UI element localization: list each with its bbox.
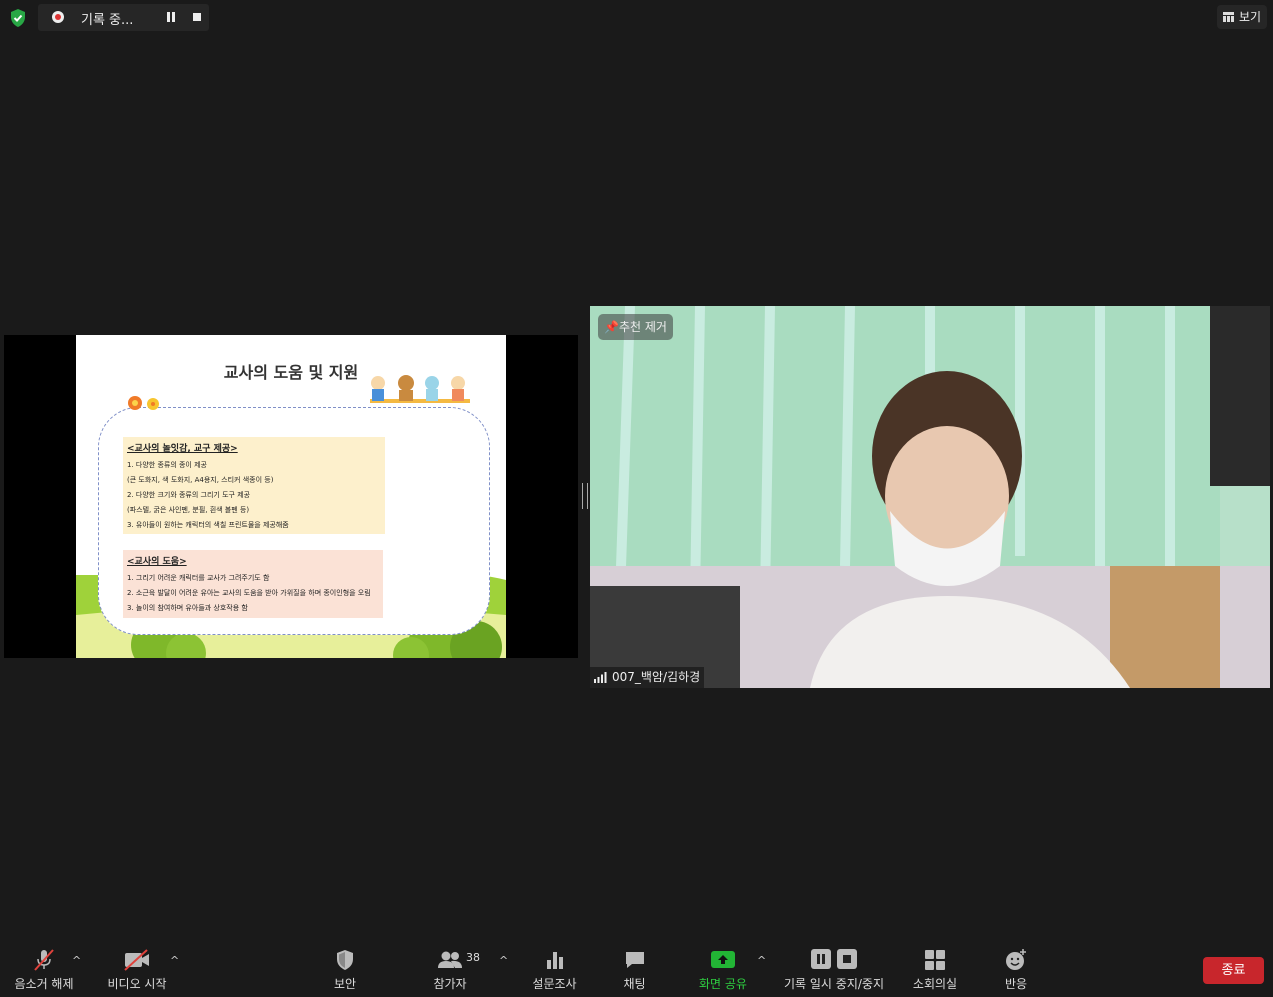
view-button[interactable]: 보기 xyxy=(1217,5,1267,29)
record-controls[interactable]: 기록 일시 중지/중지 xyxy=(778,948,890,992)
box1-heading: <교사의 놀잇감, 교구 제공> xyxy=(127,444,238,454)
polls-button[interactable]: 설문조사 xyxy=(527,948,582,992)
unpin-icon: 📌 xyxy=(604,320,619,334)
share-options-caret[interactable]: ^ xyxy=(757,954,766,967)
record-label: 기록 일시 중지/중지 xyxy=(784,977,884,991)
mic-muted-icon xyxy=(34,949,54,971)
reactions-label: 반응 xyxy=(1004,977,1028,991)
box1-line: (파스텔, 굵은 사인펜, 분필, 흰색 볼펜 등) xyxy=(127,506,250,514)
participants-count: 38 xyxy=(466,951,480,964)
video-frame-image xyxy=(590,306,1270,688)
video-label: 비디오 시작 xyxy=(107,977,167,991)
chat-label: 채팅 xyxy=(623,977,646,991)
chat-icon xyxy=(625,952,644,968)
stop-icon[interactable] xyxy=(193,13,201,21)
record-pause-icon[interactable] xyxy=(810,948,832,970)
reactions-button[interactable]: 반응 xyxy=(995,948,1037,992)
mute-label: 음소거 해제 xyxy=(14,977,74,991)
box1-line: (큰 도화지, 색 도화지, A4용지, 스티커 색종이 등) xyxy=(127,476,274,484)
breakout-rooms-icon xyxy=(925,950,945,970)
pin-label: 추천 제거 xyxy=(619,320,667,334)
security-status-icon[interactable] xyxy=(8,8,28,28)
chat-button[interactable]: 채팅 xyxy=(612,948,657,992)
share-label: 화면 공유 xyxy=(699,977,747,991)
grid-view-icon xyxy=(1223,12,1234,22)
teacher-help-box: <교사의 도움> 1. 그리기 어려운 캐릭터를 교사가 그려주기도 함 2. … xyxy=(123,550,383,618)
recording-label: 기록 중... xyxy=(81,13,134,28)
participant-video[interactable]: 📌추천 제거 007_백암/김하경 xyxy=(590,306,1270,688)
record-dot-icon xyxy=(52,11,64,23)
box1-line: 3. 유아들이 원하는 캐릭터의 색칠 프린트물을 제공해줌 xyxy=(127,521,289,529)
polls-label: 설문조사 xyxy=(532,977,577,991)
box1-line: 1. 다양한 종류의 종이 제공 xyxy=(127,461,207,469)
share-screen-button[interactable]: 화면 공유 xyxy=(693,948,753,992)
video-off-icon xyxy=(124,949,149,971)
end-meeting-button[interactable]: 종료 xyxy=(1203,957,1264,984)
box1-line: 2. 다양한 크기와 종류의 그리기 도구 제공 xyxy=(127,491,251,499)
view-label: 보기 xyxy=(1239,10,1262,24)
start-video-button[interactable]: 비디오 시작 xyxy=(103,948,171,992)
remove-spotlight-button[interactable]: 📌추천 제거 xyxy=(598,314,673,340)
pause-icon[interactable] xyxy=(166,12,176,22)
breakout-label: 소회의실 xyxy=(912,977,958,991)
video-options-caret[interactable]: ^ xyxy=(170,954,179,967)
participant-name-tag: 007_백암/김하경 xyxy=(590,667,705,688)
share-screen-icon xyxy=(711,951,735,968)
shared-screen[interactable]: 교사의 도움 및 지원 <교사의 놀잇감, 교구 제공> 1. 다양한 종류의 … xyxy=(4,335,578,658)
reactions-icon xyxy=(1006,949,1026,970)
audio-options-caret[interactable]: ^ xyxy=(72,954,81,967)
breakout-rooms-button[interactable]: 소회의실 xyxy=(905,948,965,992)
security-button[interactable]: 보안 xyxy=(320,948,370,992)
presentation-slide: 교사의 도움 및 지원 <교사의 놀잇감, 교구 제공> 1. 다양한 종류의 … xyxy=(76,335,506,658)
participants-icon xyxy=(438,951,462,968)
unmute-button[interactable]: 음소거 해제 xyxy=(10,948,78,992)
participants-options-caret[interactable]: ^ xyxy=(499,954,508,967)
box2-heading: <교사의 도움> xyxy=(127,557,187,567)
signal-icon xyxy=(594,672,607,683)
characters-illustration xyxy=(370,375,470,403)
box2-line: 2. 소근육 발달이 어려운 유아는 교사의 도움을 받아 가위질을 하며 종이… xyxy=(127,589,371,597)
record-buttons xyxy=(778,948,890,975)
box2-line: 1. 그리기 어려운 캐릭터를 교사가 그려주기도 함 xyxy=(127,574,270,582)
recording-bar: 기록 중... xyxy=(38,4,209,31)
box2-line: 3. 놀이의 참여하며 유아들과 상호작용 함 xyxy=(127,604,248,612)
resize-handle[interactable] xyxy=(582,483,588,509)
participant-name: 007_백암/김하경 xyxy=(612,670,701,684)
record-stop-icon[interactable] xyxy=(836,948,858,970)
teacher-materials-box: <교사의 놀잇감, 교구 제공> 1. 다양한 종류의 종이 제공 (큰 도화지… xyxy=(123,437,385,534)
security-shield-icon xyxy=(337,950,353,970)
flower-icon xyxy=(128,396,159,410)
polls-icon xyxy=(546,952,563,969)
security-label: 보안 xyxy=(333,977,357,991)
participants-label: 참가자 xyxy=(433,977,467,991)
